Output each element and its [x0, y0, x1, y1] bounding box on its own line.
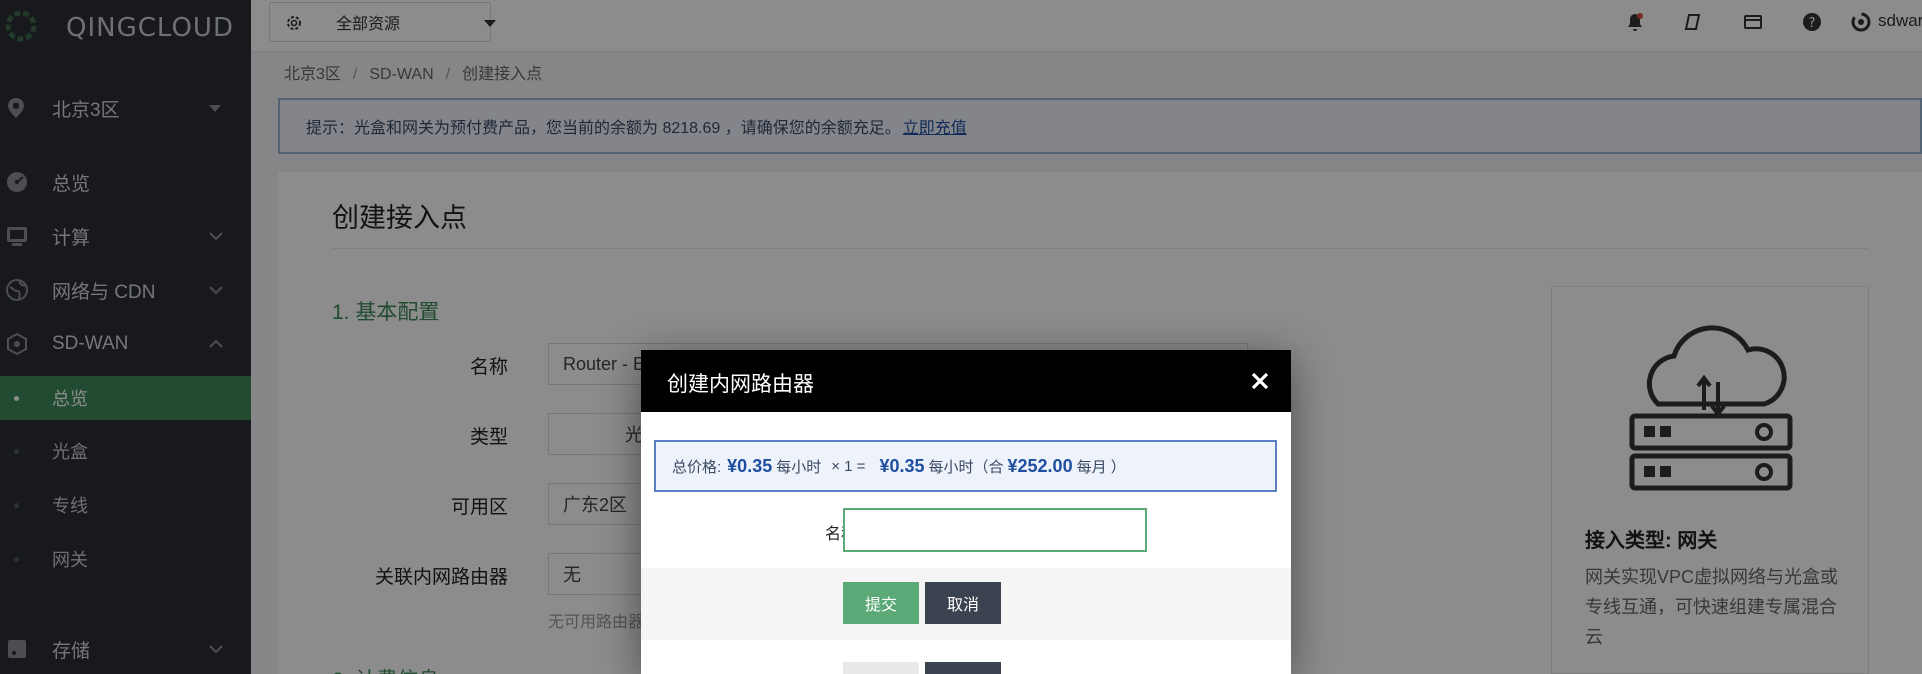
ghost-button-edge	[843, 662, 919, 674]
dialog-title: 创建内网路由器	[667, 373, 814, 396]
cancel-button[interactable]: 取消	[925, 582, 1001, 624]
monthly-price: ¥252.00	[1007, 455, 1073, 476]
router-name-input[interactable]	[843, 508, 1147, 552]
dialog-header: 创建内网路由器	[641, 350, 1291, 412]
create-router-dialog: 创建内网路由器 总价格: ¥0.35 每小时 × 1 = ¥0.35 每小时 （…	[641, 350, 1291, 674]
submit-button[interactable]: 提交	[843, 582, 919, 624]
price-multiplier: × 1 =	[831, 457, 866, 475]
unit-price: ¥0.35	[727, 455, 773, 476]
total-price: ¥0.35	[879, 455, 925, 476]
ghost-button-edge	[925, 662, 1001, 674]
dialog-name-label: 名称	[824, 526, 857, 543]
price-summary: 总价格: ¥0.35 每小时 × 1 = ¥0.35 每小时 （合 ¥252.0…	[654, 440, 1277, 492]
price-unit-hour-total: 每小时	[928, 458, 974, 476]
close-icon[interactable]	[1250, 371, 1270, 391]
price-unit-month: 每月 ）	[1076, 458, 1126, 476]
price-month-open: （合	[973, 458, 1004, 476]
price-label: 总价格:	[672, 458, 722, 476]
price-unit-hour: 每小时	[776, 458, 822, 476]
